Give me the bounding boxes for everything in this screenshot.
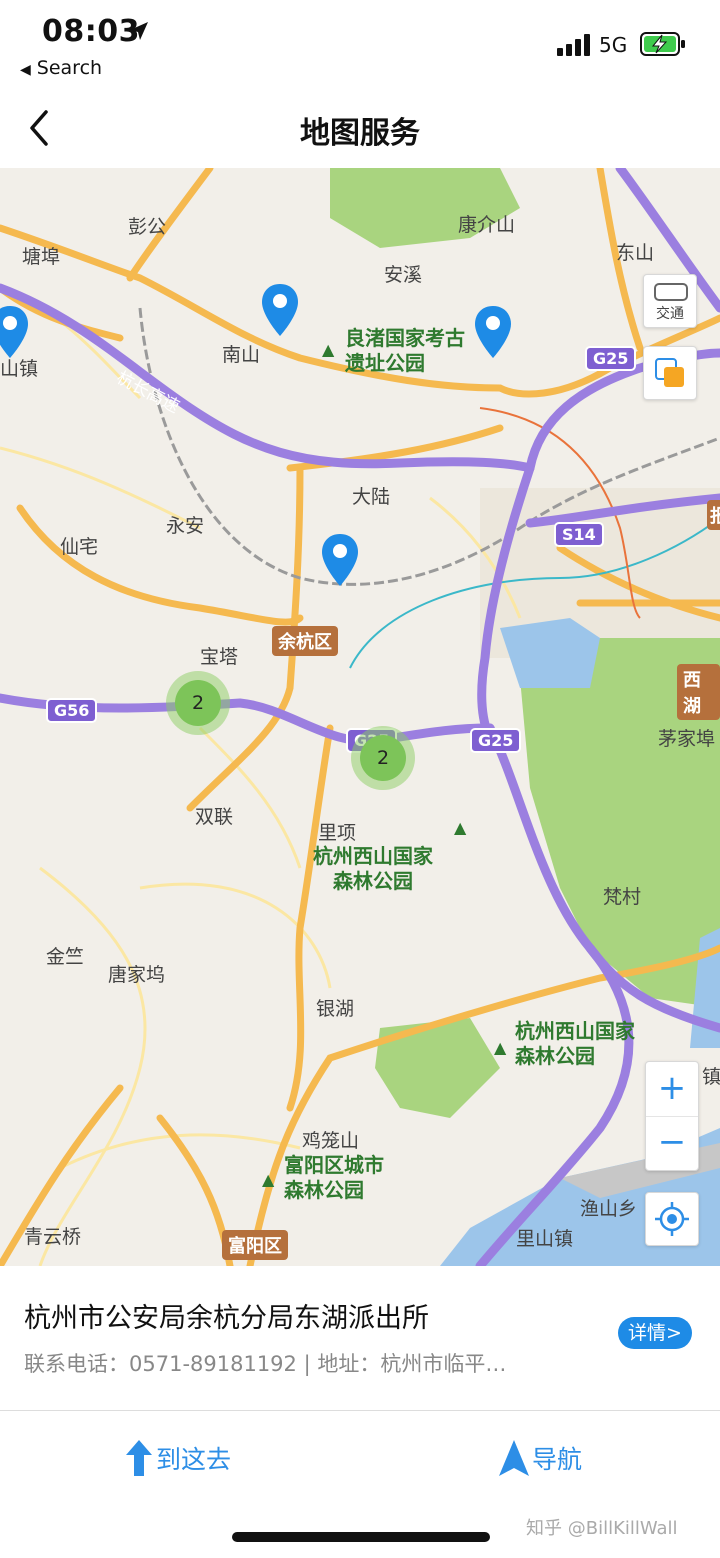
highway-shield: S14 <box>554 522 604 547</box>
zoom-out-button[interactable]: − <box>646 1116 698 1170</box>
home-indicator[interactable] <box>232 1532 490 1542</box>
place-info-panel: 杭州市公安局余杭分局东湖派出所 联系电话：0571-89181192 | 地址：… <box>0 1266 720 1411</box>
map-label: 双联 <box>195 806 234 828</box>
map-label: 良渚国家考古 遗址公园 <box>345 326 465 375</box>
map-label: 茅家埠 <box>658 728 716 750</box>
back-triangle-icon: ◀ <box>20 62 31 78</box>
map-label: 镇 <box>702 1066 720 1088</box>
map-view[interactable]: 彭公 塘埠 康介山 安溪 东山 南山 山镇 杭长高速 良渚国家考古 遗址公园 大… <box>0 168 720 1266</box>
traffic-icon <box>654 283 688 301</box>
district-tag-fuyang: 富阳区 <box>222 1230 288 1260</box>
location-pin-icon[interactable] <box>473 304 513 360</box>
network-type: 5G <box>599 33 628 57</box>
marker-cluster[interactable]: 2 <box>166 671 230 735</box>
map-label: 康介山 <box>458 214 516 236</box>
marker-cluster[interactable]: 2 <box>351 726 415 790</box>
highway-shield: G25 <box>470 728 522 753</box>
navigation-bar: 地图服务 <box>0 88 720 168</box>
watermark: 知乎 @BillKillWall <box>526 1518 678 1539</box>
navigate-label: 导航 <box>532 1445 583 1474</box>
tree-icon: ▲ <box>454 818 467 837</box>
highway-shield: G56 <box>46 698 98 723</box>
go-here-button[interactable]: 到这去 <box>124 1439 231 1479</box>
my-location-button[interactable] <box>645 1192 699 1246</box>
tree-icon: ▲ <box>322 340 335 359</box>
map-label: 青云桥 <box>24 1226 82 1248</box>
map-label: 宝塔 <box>200 646 239 668</box>
map-label: 里山镇 <box>516 1228 574 1250</box>
traffic-toggle-button[interactable]: 交通 <box>643 274 697 328</box>
layers-icon <box>655 358 684 387</box>
navigation-arrow-icon <box>499 1440 529 1476</box>
place-contact-address: 联系电话：0571-89181192 | 地址：杭州市临平… <box>24 1352 507 1376</box>
location-arrow-icon <box>130 22 148 40</box>
map-label: 杭州西山国家 森林公园 <box>313 844 433 893</box>
map-label: 里项 <box>318 822 357 844</box>
clock: 08:03 <box>42 14 140 49</box>
page-title: 地图服务 <box>300 116 420 151</box>
tree-icon: ▲ <box>262 1170 275 1189</box>
map-label: 大陆 <box>352 486 391 508</box>
map-label: 东山 <box>616 242 655 264</box>
back-app-label: Search <box>36 57 103 79</box>
back-to-app-link[interactable]: ◀ Search <box>20 57 102 79</box>
details-button[interactable]: 详情> <box>618 1317 692 1349</box>
location-pin-icon[interactable] <box>320 532 360 588</box>
crosshair-icon <box>655 1202 689 1236</box>
navigate-button[interactable]: 导航 <box>498 1439 582 1479</box>
map-label: 渔山乡 <box>580 1198 638 1220</box>
map-label: 梵村 <box>603 886 642 908</box>
zoom-control: + − <box>645 1061 699 1171</box>
cellular-signal-icon <box>557 34 590 56</box>
map-label: 永安 <box>166 515 205 537</box>
map-place-tag: 报 <box>707 500 720 530</box>
map-label: 金竺 <box>46 946 85 968</box>
location-pin-icon[interactable] <box>260 282 300 338</box>
map-label: 唐家坞 <box>108 964 166 986</box>
arrow-up-icon <box>126 1440 152 1476</box>
map-label: 仙宅 <box>60 536 99 558</box>
place-name: 杭州市公安局余杭分局东湖派出所 <box>24 1303 429 1334</box>
traffic-label: 交通 <box>656 306 684 322</box>
map-label: 塘埠 <box>22 246 61 268</box>
map-label: 富阳区城市 森林公园 <box>284 1153 384 1202</box>
battery-charging-icon <box>640 32 685 56</box>
map-label: 南山 <box>222 344 261 366</box>
tree-icon: ▲ <box>494 1038 507 1057</box>
map-label: 银湖 <box>316 998 355 1020</box>
map-label: 安溪 <box>384 264 423 286</box>
go-here-label: 到这去 <box>156 1445 232 1474</box>
map-label: 彭公 <box>128 216 167 238</box>
district-tag-xihu: 西湖 <box>677 664 720 720</box>
district-tag-yuhang: 余杭区 <box>272 626 338 656</box>
layer-switch-button[interactable] <box>643 346 697 400</box>
cluster-count: 2 <box>360 735 406 781</box>
cluster-count: 2 <box>175 680 221 726</box>
zoom-in-button[interactable]: + <box>646 1062 698 1117</box>
highway-shield: G25 <box>585 346 637 371</box>
location-pin-icon[interactable] <box>0 304 30 360</box>
status-bar: 08:03 ◀ Search 5G <box>0 0 720 88</box>
map-label: 鸡笼山 <box>302 1130 360 1152</box>
map-label: 杭州西山国家 森林公园 <box>515 1019 635 1068</box>
